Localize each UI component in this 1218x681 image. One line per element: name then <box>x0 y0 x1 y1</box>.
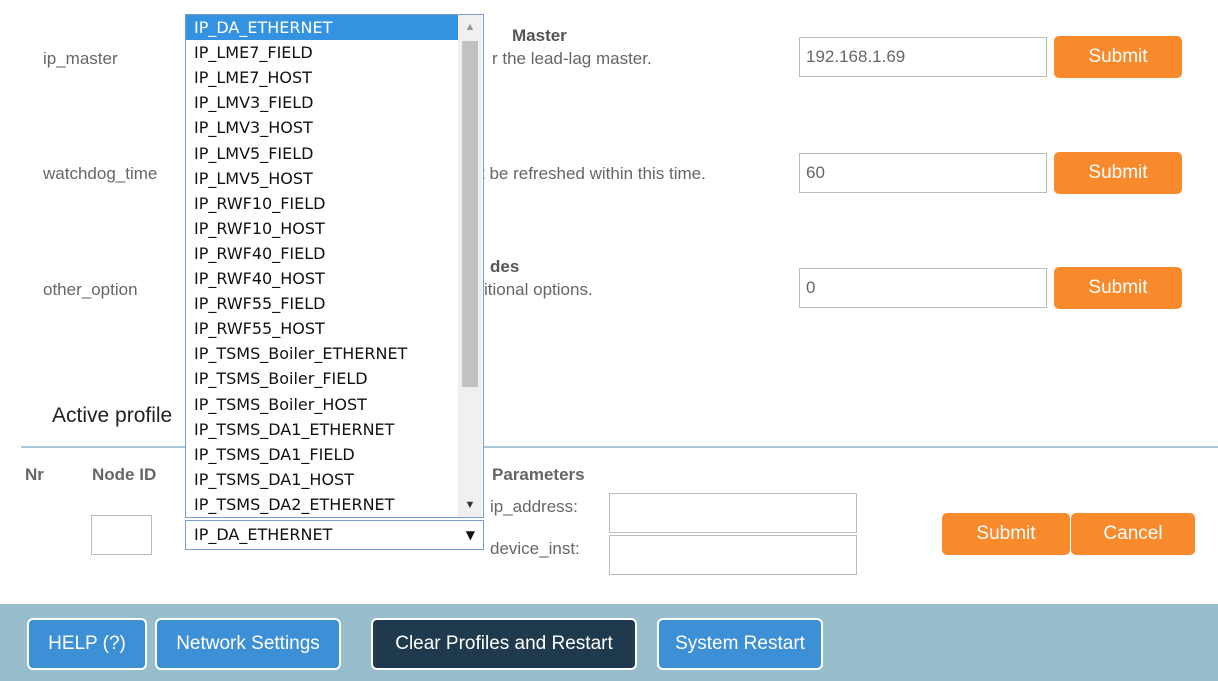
dropdown-option[interactable]: IP_DA_ETHERNET <box>186 15 460 40</box>
dropdown-option[interactable]: IP_LMV3_HOST <box>186 115 460 140</box>
profile-cancel-button[interactable]: Cancel <box>1071 513 1195 555</box>
ip-master-label: ip_master <box>43 49 118 68</box>
scroll-down-icon[interactable]: ▼ <box>458 493 482 517</box>
active-profiles-title: Active profile <box>52 404 173 427</box>
chevron-down-icon: ▼ <box>465 528 475 542</box>
scroll-up-icon[interactable]: ▲ <box>458 15 482 39</box>
dropdown-option[interactable]: IP_RWF10_HOST <box>186 216 460 241</box>
dropdown-option[interactable]: IP_RWF40_HOST <box>186 266 460 291</box>
header-nr: Nr <box>25 465 44 484</box>
scrollbar-thumb[interactable] <box>462 41 478 387</box>
dropdown-option[interactable]: IP_TSMS_Boiler_HOST <box>186 392 460 417</box>
ip-address-input[interactable] <box>609 493 857 533</box>
dropdown-option[interactable]: IP_RWF55_HOST <box>186 316 460 341</box>
dropdown-option[interactable]: IP_RWF10_FIELD <box>186 191 460 216</box>
device-inst-label: device_inst: <box>490 539 580 558</box>
header-parameters: Parameters <box>492 465 585 484</box>
dropdown-option[interactable]: IP_TSMS_DA1_HOST <box>186 467 460 492</box>
other-option-desc-title: des <box>490 257 520 276</box>
dropdown-option[interactable]: IP_TSMS_Boiler_ETHERNET <box>186 341 460 366</box>
dropdown-option[interactable]: IP_TSMS_DA2_ETHERNET <box>186 492 460 517</box>
dropdown-option[interactable]: IP_TSMS_Boiler_FIELD <box>186 366 460 391</box>
dropdown-scrollbar[interactable]: ▲ ▼ <box>458 15 482 517</box>
node-id-input[interactable] <box>91 515 152 555</box>
watchdog-time-submit-button[interactable]: Submit <box>1054 152 1182 194</box>
device-inst-input[interactable] <box>609 535 857 575</box>
ip-master-desc: r the lead-lag master. <box>492 49 652 68</box>
clear-profiles-restart-button[interactable]: Clear Profiles and Restart <box>371 618 637 670</box>
ip-address-label: ip_address: <box>490 497 578 516</box>
dropdown-option[interactable]: IP_LMV5_HOST <box>186 166 460 191</box>
profile-type-dropdown-list[interactable]: IP_DA_ETHERNET IP_LME7_FIELD IP_LME7_HOST I… <box>185 14 484 518</box>
dropdown-option[interactable]: IP_LMV3_FIELD <box>186 90 460 115</box>
ip-master-desc-title: Master <box>512 26 567 45</box>
other-option-submit-button[interactable]: Submit <box>1054 267 1182 309</box>
dropdown-option[interactable]: IP_TSMS_DA1_ETHERNET <box>186 417 460 442</box>
ip-master-input[interactable]: 192.168.1.69 <box>799 37 1047 77</box>
dropdown-option[interactable]: IP_LMV5_FIELD <box>186 141 460 166</box>
network-settings-button[interactable]: Network Settings <box>155 618 341 670</box>
watchdog-time-input[interactable]: 60 <box>799 153 1047 193</box>
dropdown-option[interactable]: IP_TSMS_DA1_FIELD <box>186 442 460 467</box>
profile-type-selected-value: IP_DA_ETHERNET <box>194 525 333 544</box>
dropdown-option[interactable]: IP_LME7_HOST <box>186 65 460 90</box>
ip-master-submit-button[interactable]: Submit <box>1054 36 1182 78</box>
system-restart-button[interactable]: System Restart <box>657 618 823 670</box>
other-option-input[interactable]: 0 <box>799 268 1047 308</box>
profile-type-select[interactable]: IP_DA_ETHERNET ▼ <box>185 520 484 550</box>
header-node-id: Node ID <box>92 465 157 484</box>
profile-submit-button[interactable]: Submit <box>942 513 1070 555</box>
other-option-desc: itional options. <box>484 280 593 299</box>
watchdog-time-desc: t be refreshed within this time. <box>480 164 706 183</box>
help-button[interactable]: HELP (?) <box>27 618 147 670</box>
watchdog-time-label: watchdog_time <box>43 164 158 183</box>
dropdown-option[interactable]: IP_RWF40_FIELD <box>186 241 460 266</box>
dropdown-option[interactable]: IP_RWF55_FIELD <box>186 291 460 316</box>
other-option-label: other_option <box>43 280 138 299</box>
dropdown-option[interactable]: IP_LME7_FIELD <box>186 40 460 65</box>
